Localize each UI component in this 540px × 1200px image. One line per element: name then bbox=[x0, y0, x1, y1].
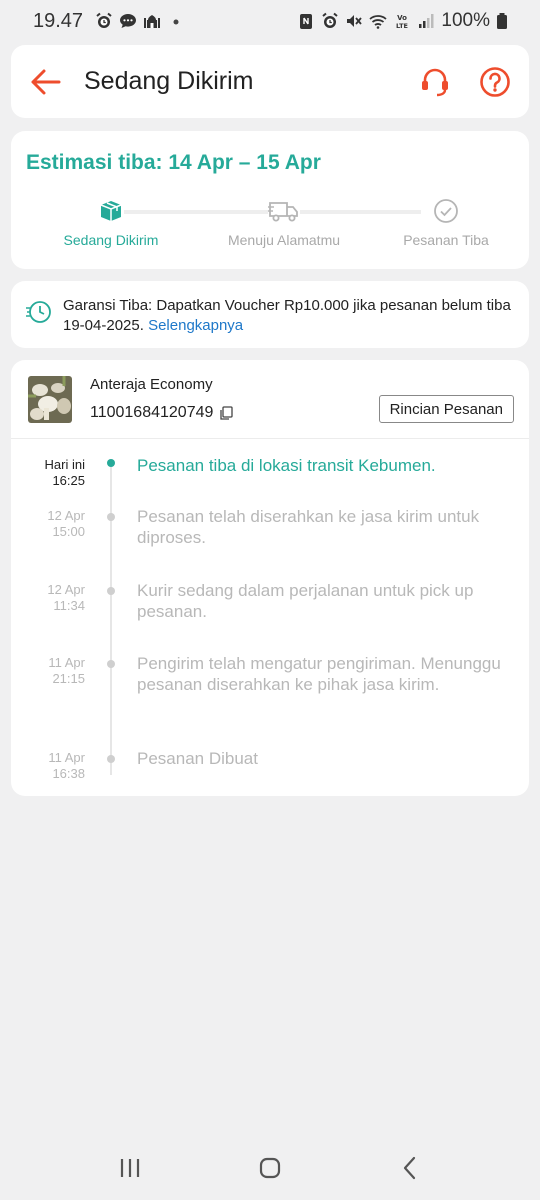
step-menuju-alamatmu: Menuju Alamatmu bbox=[209, 197, 359, 248]
home-button[interactable] bbox=[240, 1148, 300, 1188]
alarm-icon bbox=[321, 12, 339, 30]
volte-icon: Vo LTE bbox=[393, 12, 411, 30]
step-label: Sedang Dikirim bbox=[63, 232, 159, 248]
page-title: Sedang Dikirim bbox=[84, 67, 254, 95]
courier-name: Anteraja Economy bbox=[90, 376, 213, 393]
timeline-time-label: 16:38 bbox=[52, 766, 85, 781]
timeline-dot bbox=[107, 755, 115, 763]
signal-icon bbox=[417, 12, 435, 30]
guarantee-text: Garansi Tiba: Dapatkan Voucher Rp10.000 … bbox=[63, 296, 515, 336]
timeline-date: 12 Apr 11:34 bbox=[25, 582, 85, 614]
timeline-text: Pengirim telah mengatur pengiriman. Menu… bbox=[137, 654, 501, 694]
timeline-text: Pesanan Dibuat bbox=[137, 749, 258, 768]
status-time: 19.47 bbox=[33, 9, 84, 32]
wifi-icon bbox=[369, 12, 387, 30]
timeline-time-label: 21:15 bbox=[52, 671, 85, 686]
alarm-icon bbox=[95, 12, 113, 30]
timeline-date: 11 Apr 16:38 bbox=[25, 750, 85, 782]
recents-icon bbox=[120, 1159, 140, 1177]
back-nav-button[interactable] bbox=[380, 1148, 440, 1188]
step-sedang-dikirim: Sedang Dikirim bbox=[36, 197, 186, 248]
tracking-number: 11001684120749 bbox=[90, 404, 214, 421]
dot-icon bbox=[167, 12, 185, 30]
timeline-time-label: 16:25 bbox=[52, 473, 85, 488]
timeline-text: Pesanan tiba di lokasi transit Kebumen. bbox=[137, 456, 436, 475]
timeline-date: 11 Apr 21:15 bbox=[25, 655, 85, 687]
copy-icon[interactable] bbox=[219, 406, 234, 420]
product-thumbnail bbox=[28, 376, 72, 423]
guarantee-message: Garansi Tiba: Dapatkan Voucher Rp10.000 … bbox=[63, 297, 511, 334]
timeline-date: 12 Apr 15:00 bbox=[25, 508, 85, 540]
step-pesanan-tiba: Pesanan Tiba bbox=[371, 197, 521, 248]
timeline-time-label: 11:34 bbox=[53, 598, 85, 613]
status-bar: 19.47 Vo LTE 100% bbox=[0, 0, 540, 42]
tracking-number-row: 11001684120749 bbox=[90, 404, 234, 422]
headset-icon bbox=[422, 68, 448, 96]
order-details-button[interactable]: Rincian Pesanan bbox=[378, 395, 514, 423]
back-icon bbox=[403, 1156, 416, 1180]
arrival-guarantee-banner[interactable]: Garansi Tiba: Dapatkan Voucher Rp10.000 … bbox=[11, 281, 529, 348]
help-circle-icon bbox=[480, 66, 510, 97]
step-label: Pesanan Tiba bbox=[403, 232, 489, 248]
tracking-card: Anteraja Economy 11001684120749 Rincian … bbox=[11, 360, 529, 796]
package-icon bbox=[98, 198, 124, 224]
tracking-timeline: Hari ini 16:25 Pesanan tiba di lokasi tr… bbox=[11, 439, 529, 796]
timeline-dot bbox=[107, 587, 115, 595]
timeline-date-label: 12 Apr bbox=[47, 508, 85, 523]
system-navigation-bar bbox=[0, 1136, 540, 1200]
estimate-title: Estimasi tiba: 14 Apr – 15 Apr bbox=[26, 151, 321, 174]
timeline-time-label: 15:00 bbox=[52, 524, 85, 539]
timeline-date-label: 11 Apr bbox=[48, 655, 85, 670]
battery-percent: 100% bbox=[441, 10, 490, 31]
timeline-text: Pesanan telah diserahkan ke jasa kirim u… bbox=[137, 507, 480, 547]
timeline-date-label: 12 Apr bbox=[47, 582, 85, 597]
timeline-date-label: 11 Apr bbox=[48, 750, 85, 765]
timeline-dot bbox=[107, 459, 115, 467]
timeline-date: Hari ini 16:25 bbox=[25, 457, 85, 489]
timeline-dot bbox=[107, 660, 115, 668]
courier-info: Anteraja Economy 11001684120749 Rincian … bbox=[11, 360, 529, 439]
help-button[interactable] bbox=[477, 64, 513, 100]
timeline-date-label: Hari ini bbox=[44, 457, 85, 472]
truck-icon bbox=[268, 198, 300, 224]
recents-button[interactable] bbox=[100, 1148, 160, 1188]
chat-bubble-icon bbox=[119, 12, 137, 30]
nfc-icon bbox=[297, 12, 315, 30]
customer-service-button[interactable] bbox=[417, 64, 453, 100]
estimate-card: Estimasi tiba: 14 Apr – 15 Apr Sedang Di… bbox=[11, 131, 529, 269]
timeline-dot bbox=[107, 513, 115, 521]
timeline-text: Kurir sedang dalam perjalanan untuk pick… bbox=[137, 581, 474, 621]
mosque-icon bbox=[143, 12, 161, 30]
arrow-left-icon bbox=[31, 69, 61, 94]
mute-icon bbox=[345, 12, 363, 30]
header-bar: Sedang Dikirim bbox=[11, 45, 529, 118]
svg-text:Vo: Vo bbox=[397, 14, 407, 22]
back-button[interactable] bbox=[27, 64, 63, 100]
progress-steps: Sedang Dikirim Menuju Alamatmu Pesanan T… bbox=[11, 197, 529, 257]
home-icon bbox=[259, 1157, 281, 1179]
battery-icon bbox=[496, 12, 508, 30]
timeline-rail bbox=[110, 465, 112, 775]
check-circle-icon bbox=[433, 198, 459, 224]
svg-text:LTE: LTE bbox=[396, 22, 408, 30]
step-label: Menuju Alamatmu bbox=[227, 232, 341, 248]
clock-guarantee-icon bbox=[26, 301, 51, 323]
guarantee-more-link[interactable]: Selengkapnya bbox=[148, 317, 243, 334]
